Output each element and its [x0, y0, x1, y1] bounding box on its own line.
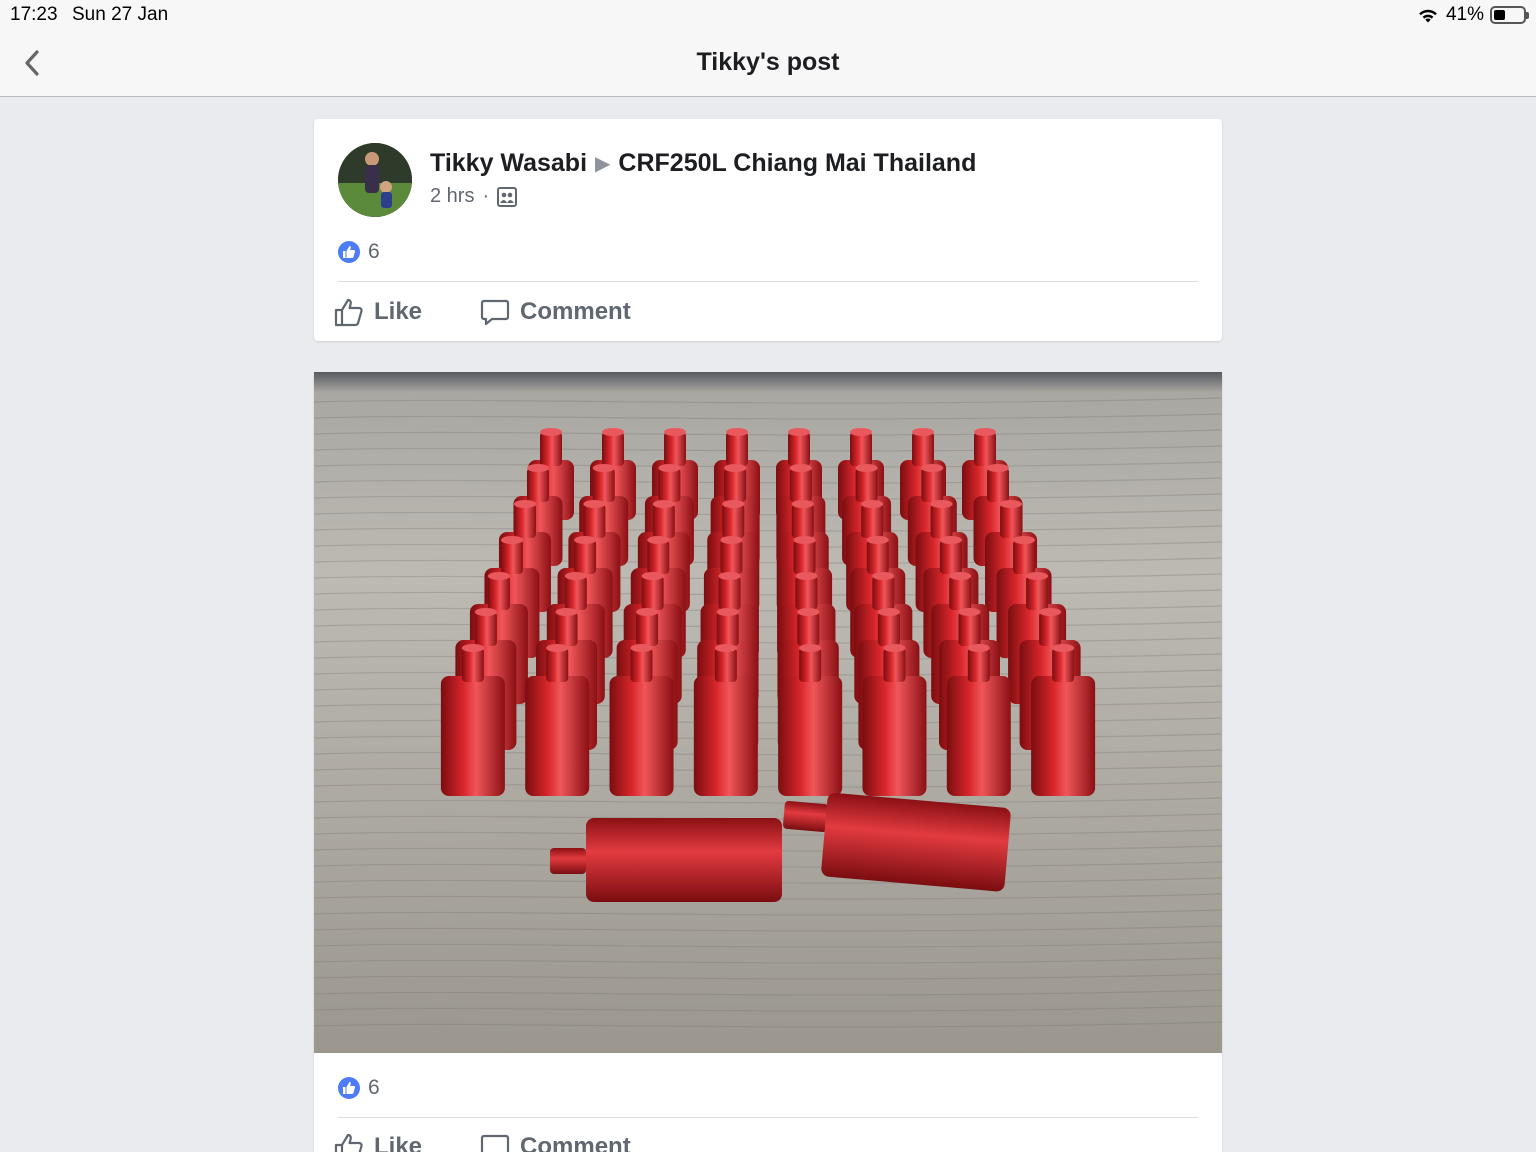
author-name[interactable]: Tikky Wasabi [430, 149, 587, 178]
post-header: Tikky Wasabi ▶ CRF250L Chiang Mai Thaila… [430, 149, 976, 178]
like-count: 6 [368, 240, 380, 263]
page-title: Tikky's post [696, 48, 840, 76]
photo-reaction-summary[interactable]: 6 [338, 1076, 380, 1100]
like-button[interactable]: Like [334, 297, 422, 327]
comment-icon [480, 299, 510, 326]
group-icon [497, 186, 518, 207]
status-right: 41% [1416, 4, 1529, 26]
wifi-icon [1419, 9, 1437, 23]
battery-icon [1490, 6, 1529, 24]
reaction-summary[interactable]: 6 [338, 240, 380, 264]
photo-actions: Like Comment [334, 1132, 631, 1152]
photo-comment-button[interactable]: Comment [480, 1132, 631, 1152]
status-time: 17:23 [10, 4, 58, 25]
photo-like-reaction-icon [338, 1077, 360, 1099]
battery-fill [1494, 10, 1506, 20]
post-meta: 2 hrs · [430, 185, 518, 208]
nav-bar: Tikky's post [0, 30, 1536, 97]
photo-comment-label: Comment [520, 1133, 631, 1152]
photo-divider [338, 1117, 1198, 1118]
battery-percent: 41% [1445, 4, 1484, 25]
status-bar: 17:23 Sun 27 Jan 41% [0, 0, 1536, 30]
status-date: Sun 27 Jan [72, 4, 169, 25]
comment-label: Comment [520, 298, 631, 325]
photo-like-label: Like [374, 1133, 423, 1152]
comment-icon [480, 1134, 510, 1152]
arrow-right-icon: ▶ [595, 153, 611, 175]
divider [338, 281, 1198, 282]
group-name[interactable]: CRF250L Chiang Mai Thailand [618, 149, 976, 178]
avatar-image [338, 143, 412, 217]
post-actions: Like Comment [334, 297, 631, 327]
meta-separator: · [482, 185, 490, 207]
photo-like-count: 6 [368, 1076, 380, 1099]
comment-button[interactable]: Comment [480, 297, 631, 327]
photo-like-button[interactable]: Like [334, 1132, 422, 1152]
like-reaction-icon [338, 241, 360, 263]
post-time[interactable]: 2 hrs [430, 185, 474, 208]
like-label: Like [374, 298, 423, 325]
post-card: Tikky Wasabi ▶ CRF250L Chiang Mai Thaila… [314, 119, 1222, 341]
avatar[interactable] [338, 143, 412, 217]
photo-card: 6 Like Comment [314, 372, 1222, 1152]
post-photo[interactable] [314, 372, 1222, 1053]
photo-image [314, 372, 1222, 1053]
thumbs-up-icon [334, 298, 363, 327]
thumbs-up-icon [334, 1133, 363, 1152]
